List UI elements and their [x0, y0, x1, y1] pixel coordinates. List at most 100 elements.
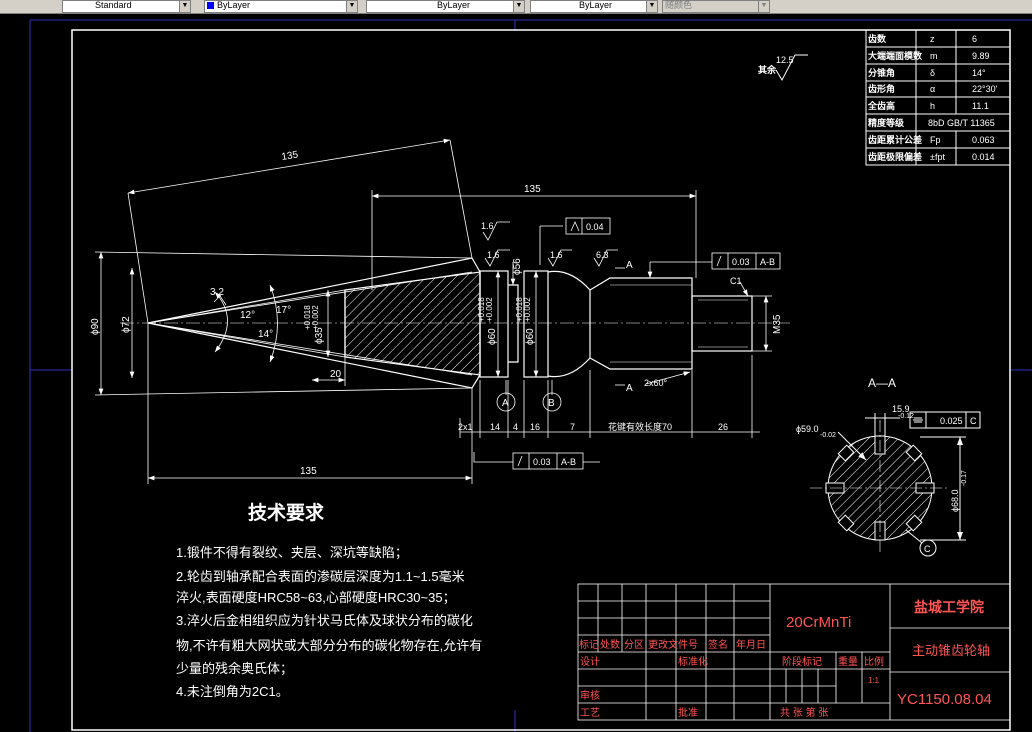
- dim-roughness-32: 3.2: [210, 287, 224, 298]
- param-name: 齿距累计公差: [868, 134, 922, 145]
- properties-toolbar: Standard ▼ ByLayer ▼ ByLayer ▼ ByLayer ▼…: [0, 0, 1032, 14]
- dim-135-top: 135: [524, 184, 541, 195]
- param-value: 11.1: [972, 101, 989, 111]
- dim-phi60a: ϕ60: [487, 328, 498, 345]
- h-mark: 标记: [579, 639, 599, 651]
- runout-bottom-ref: A-B: [561, 457, 576, 467]
- requirements-lines: 1.锻件不得有裂纹、夹层、深坑等缺陷； 2.轮齿到轴承配合表面的渗碳层深度为1.1…: [176, 545, 482, 699]
- color-dropdown[interactable]: ByLayer ▼: [204, 0, 358, 13]
- param-name: 齿距极限偏差: [868, 151, 922, 162]
- requirement-line: 2.轮齿到轴承配合表面的渗碳层深度为1.1~1.5毫米: [176, 569, 465, 584]
- h-zone: 分区: [624, 639, 644, 651]
- param-name: 分锥角: [868, 67, 895, 78]
- dim-angle-17: 17°: [276, 305, 291, 316]
- dim-20: 20: [330, 369, 342, 380]
- plotstyle-value: 随颜色: [665, 0, 693, 10]
- dim-phi60b: ϕ60: [525, 328, 536, 345]
- color-swatch-icon: [207, 2, 214, 10]
- param-symbol: ±fpt: [930, 152, 945, 162]
- chevron-down-icon[interactable]: ▼: [758, 1, 769, 12]
- textstyle-dropdown[interactable]: Standard ▼: [62, 0, 191, 13]
- param-value: 8bD GB/T 11365: [928, 118, 995, 128]
- dim-14: 14: [490, 422, 500, 432]
- perp-tol-value: 0.04: [586, 222, 604, 232]
- param-name: 大端端面模数: [868, 50, 923, 61]
- section-dim-159-tol: -0.12: [898, 413, 914, 420]
- requirement-line: 1.锻件不得有裂纹、夹层、深坑等缺陷；: [176, 545, 408, 561]
- dim-spline-length: 花键有效长度70: [608, 421, 672, 432]
- title-block-texts: 20CrMnTi 盐城工学院 主动锥齿轮轴 YC1150.08.04 标记 处数…: [579, 599, 992, 719]
- h-date: 年月日: [736, 638, 766, 651]
- param-symbol: Fp: [930, 135, 941, 145]
- datum-a: A: [502, 398, 509, 409]
- dim-phi60b-tol-dn: +0.002: [523, 297, 532, 322]
- param-symbol: α: [930, 84, 935, 94]
- requirement-line: 4.未注倒角为2C1。: [176, 684, 289, 699]
- dim-phi90: ϕ90: [90, 318, 101, 335]
- h-stage: 阶段标记: [782, 655, 822, 668]
- dim-26: 26: [718, 422, 728, 432]
- h-std: 标准化: [678, 655, 708, 668]
- param-symbol: h: [930, 101, 935, 111]
- chevron-down-icon[interactable]: ▼: [513, 1, 524, 12]
- chevron-down-icon[interactable]: ▼: [646, 1, 657, 12]
- requirement-line: 淬火,表面硬度HRC58~63,心部硬度HRC30~35；: [176, 590, 456, 606]
- h-review: 审核: [580, 689, 600, 702]
- roughness-16c: 1.6: [550, 250, 563, 260]
- dim-m35: M35: [772, 314, 783, 334]
- lineweight-value: ByLayer: [579, 0, 613, 10]
- section-mark-a-bottom: A: [626, 383, 633, 394]
- h-docno: 更改文件号: [648, 638, 698, 651]
- param-value: 22°30': [972, 84, 998, 94]
- runout-top-ref: A-B: [760, 257, 775, 267]
- param-value: 6: [972, 34, 977, 44]
- material: 20CrMnTi: [786, 614, 851, 631]
- dim-phi35-tol-dn: +0.002: [311, 305, 320, 330]
- drawing-canvas[interactable]: 齿数 z 6 大端端面模数 m 9.89 分锥角 δ 14° 齿形角 α 22°30' 全齿高 h 11.1…: [0, 13, 1032, 732]
- dim-16: 16: [530, 422, 540, 432]
- sheets-count: 共 张 第 张: [780, 706, 828, 719]
- param-symbol: δ: [930, 68, 935, 78]
- textstyle-value: Standard: [95, 0, 132, 10]
- plotstyle-dropdown[interactable]: 随颜色 ▼: [662, 0, 770, 13]
- requirement-line: 少量的残余奥氏体；: [176, 661, 293, 677]
- runout-top-value: 0.03: [732, 257, 750, 267]
- roughness-rest-label: 其余: [758, 64, 777, 75]
- section-datum-c: C: [924, 544, 931, 554]
- dim-135-slant: 135: [281, 149, 300, 163]
- h-weight: 重量: [838, 655, 858, 668]
- lineweight-dropdown[interactable]: ByLayer ▼: [530, 0, 658, 13]
- param-value: 14°: [972, 68, 986, 78]
- requirement-line: 3.淬火后金相组织应为针状马氏体及球状分布的碳化: [176, 613, 473, 628]
- section-phi59-tol: -0.02: [820, 432, 836, 439]
- dim-angle-14: 14°: [258, 329, 273, 340]
- param-name: 全齿高: [867, 100, 895, 111]
- dim-135-bottom: 135: [300, 466, 317, 477]
- param-symbol: m: [930, 51, 938, 61]
- section-sym-tol: 0.025: [940, 416, 963, 426]
- param-value: 9.89: [972, 51, 990, 61]
- linetype-value: ByLayer: [437, 0, 471, 10]
- chevron-down-icon[interactable]: ▼: [179, 1, 190, 12]
- h-design: 设计: [580, 655, 600, 668]
- dim-7: 7: [570, 422, 575, 432]
- param-value: 0.014: [972, 152, 995, 162]
- chevron-down-icon[interactable]: ▼: [346, 1, 357, 12]
- drawing-number: YC1150.08.04: [897, 691, 992, 708]
- linetype-dropdown[interactable]: ByLayer ▼: [366, 0, 525, 13]
- dim-4: 4: [513, 422, 518, 432]
- roughness-16b: 1.6: [487, 250, 500, 260]
- scale-value: 1:1: [868, 676, 880, 685]
- h-sign: 签名: [708, 638, 728, 651]
- dim-phi60a-tol-dn: +0.002: [485, 297, 494, 322]
- requirement-line: 物,不许有粗大网状或大部分分布的碳化物存在,允许有: [176, 638, 482, 653]
- h-approve: 批准: [678, 706, 698, 719]
- datum-b: B: [548, 398, 555, 409]
- param-value: 0.063: [972, 135, 995, 145]
- color-value: ByLayer: [217, 0, 251, 10]
- part-name: 主动锥齿轮轴: [912, 643, 990, 658]
- section-title: A—A: [868, 376, 896, 390]
- h-process: 工艺: [580, 707, 600, 719]
- section-sym-ref: C: [970, 416, 977, 426]
- dim-phi72: ϕ72: [121, 316, 132, 333]
